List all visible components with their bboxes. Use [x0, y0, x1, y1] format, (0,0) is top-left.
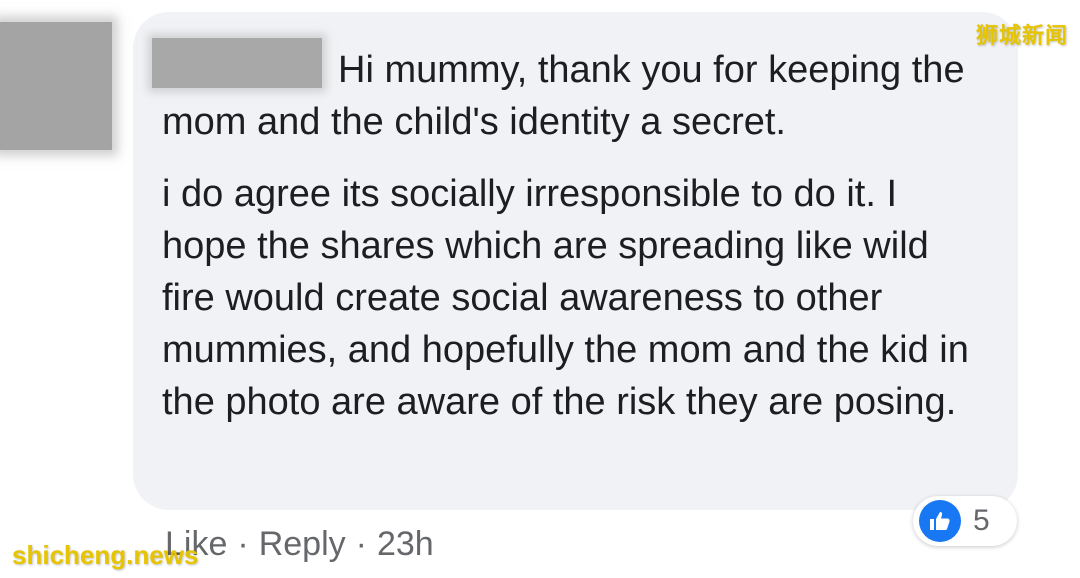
watermark-url: shicheng.news	[12, 540, 199, 570]
reaction-summary[interactable]: 5	[913, 496, 1017, 546]
comment-body: Hi mummy, thank you for keeping the mom …	[162, 44, 992, 428]
watermark-logo-cn: 狮城新闻	[975, 23, 1068, 48]
comment-paragraph: Hi mummy, thank you for keeping the mom …	[162, 49, 965, 143]
comment-paragraph: i do agree its socially irresponsible to…	[162, 173, 969, 423]
avatar[interactable]	[0, 22, 112, 150]
separator: ·	[355, 525, 367, 563]
comment-screenshot: Hi mummy, thank you for keeping the mom …	[0, 0, 1080, 578]
comment-actions: Like · Reply · 23h	[165, 520, 434, 568]
thumbs-up-icon	[919, 500, 961, 542]
separator: ·	[237, 525, 249, 563]
reaction-count: 5	[973, 504, 990, 537]
timestamp[interactable]: 23h	[377, 525, 434, 563]
reply-link[interactable]: Reply	[259, 525, 346, 563]
